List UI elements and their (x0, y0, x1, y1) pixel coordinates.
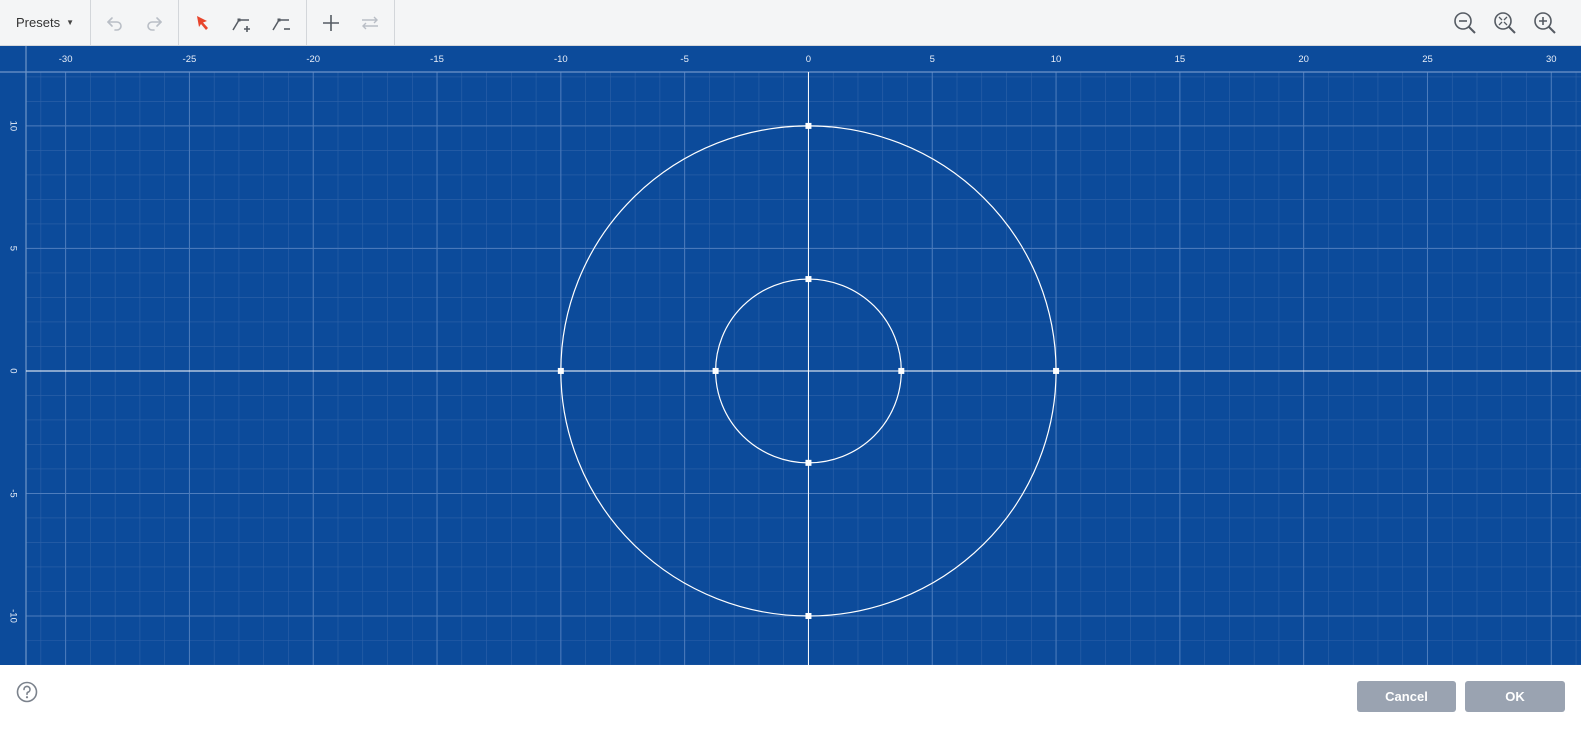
toolbar: Presets ▼ (0, 0, 1581, 46)
question-circle-icon[interactable] (16, 681, 38, 703)
shape-editor-canvas[interactable]: -30 -25 -20 -15 -10 -5 0 5 10 15 20 25 30 10 5 0 -5 -10 (0, 46, 1581, 665)
y-tick-label: 0 (7, 368, 18, 373)
control-point-handle[interactable] (805, 612, 812, 619)
control-point-handle[interactable] (805, 122, 812, 129)
zoom-in-button[interactable] (1529, 0, 1561, 45)
x-tick-label: 30 (1546, 54, 1557, 65)
undo-icon (107, 16, 122, 31)
toolbar-divider (178, 0, 179, 45)
x-tick-label: -5 (680, 54, 688, 65)
add-point-tool-button[interactable] (226, 0, 258, 45)
x-tick-label: -25 (183, 54, 197, 65)
control-point-handle[interactable] (805, 276, 812, 283)
zoom-fit-icon (1494, 11, 1516, 34)
y-tick-label: 10 (7, 121, 18, 132)
zoom-in-icon (1534, 11, 1556, 34)
x-tick-label: 5 (930, 54, 935, 65)
x-tick-label: 10 (1051, 54, 1062, 65)
control-point-handle[interactable] (712, 367, 719, 374)
toolbar-divider (394, 0, 395, 45)
y-tick-label: -5 (7, 489, 18, 497)
dialog-footer: Cancel OK (0, 665, 1581, 729)
left-ruler (0, 46, 26, 665)
y-tick-label: 5 (7, 246, 18, 251)
presets-label: Presets (16, 15, 61, 30)
chevron-down-icon: ▼ (66, 18, 74, 27)
zoom-out-icon (1454, 11, 1476, 34)
x-tick-label: 0 (806, 54, 811, 65)
control-point-handle[interactable] (898, 367, 905, 374)
flip-icon (362, 16, 378, 29)
select-pointer-icon (197, 15, 208, 30)
control-point-handle[interactable] (557, 367, 564, 374)
top-ruler (0, 46, 1581, 72)
cancel-button[interactable]: Cancel (1357, 681, 1456, 712)
flip-button[interactable] (354, 0, 386, 45)
x-tick-label: -30 (59, 54, 73, 65)
zoom-fit-button[interactable] (1489, 0, 1521, 45)
presets-dropdown[interactable]: Presets ▼ (0, 0, 90, 45)
select-tool-button[interactable] (187, 0, 219, 45)
remove-point-tool-button[interactable] (266, 0, 298, 45)
x-tick-label: -20 (306, 54, 320, 65)
add-shape-button[interactable] (315, 0, 347, 45)
add-shape-icon (323, 14, 339, 31)
x-tick-label: 20 (1298, 54, 1309, 65)
toolbar-divider (90, 0, 91, 45)
add-point-icon (232, 18, 250, 32)
ok-button[interactable]: OK (1465, 681, 1565, 712)
x-tick-label: -10 (554, 54, 568, 65)
redo-icon (147, 16, 162, 31)
control-point-handle[interactable] (1053, 367, 1060, 374)
remove-point-icon (272, 18, 290, 30)
x-tick-label: 15 (1175, 54, 1186, 65)
zoom-out-button[interactable] (1449, 0, 1481, 45)
x-tick-label: -15 (430, 54, 444, 65)
toolbar-divider (306, 0, 307, 45)
control-point-handle[interactable] (805, 459, 812, 466)
coordinate-plot[interactable]: -30 -25 -20 -15 -10 -5 0 5 10 15 20 25 30 10 5 0 -5 -10 (0, 46, 1581, 665)
y-tick-label: -10 (7, 609, 18, 623)
x-tick-label: 25 (1422, 54, 1433, 65)
undo-button[interactable] (99, 0, 131, 45)
redo-button[interactable] (138, 0, 170, 45)
